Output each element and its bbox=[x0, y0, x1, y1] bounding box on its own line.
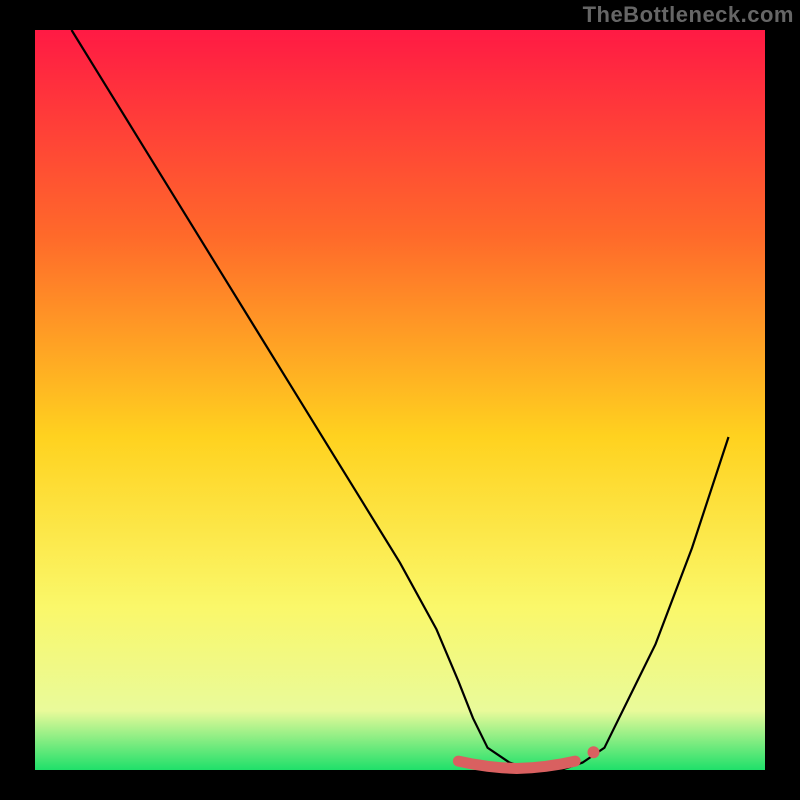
chart-container: { "attribution": "TheBottleneck.com", "c… bbox=[0, 0, 800, 800]
attribution-text: TheBottleneck.com bbox=[583, 2, 794, 28]
highlight-end-dot bbox=[588, 746, 600, 758]
bottleneck-chart bbox=[0, 0, 800, 800]
plot-area bbox=[35, 30, 765, 770]
